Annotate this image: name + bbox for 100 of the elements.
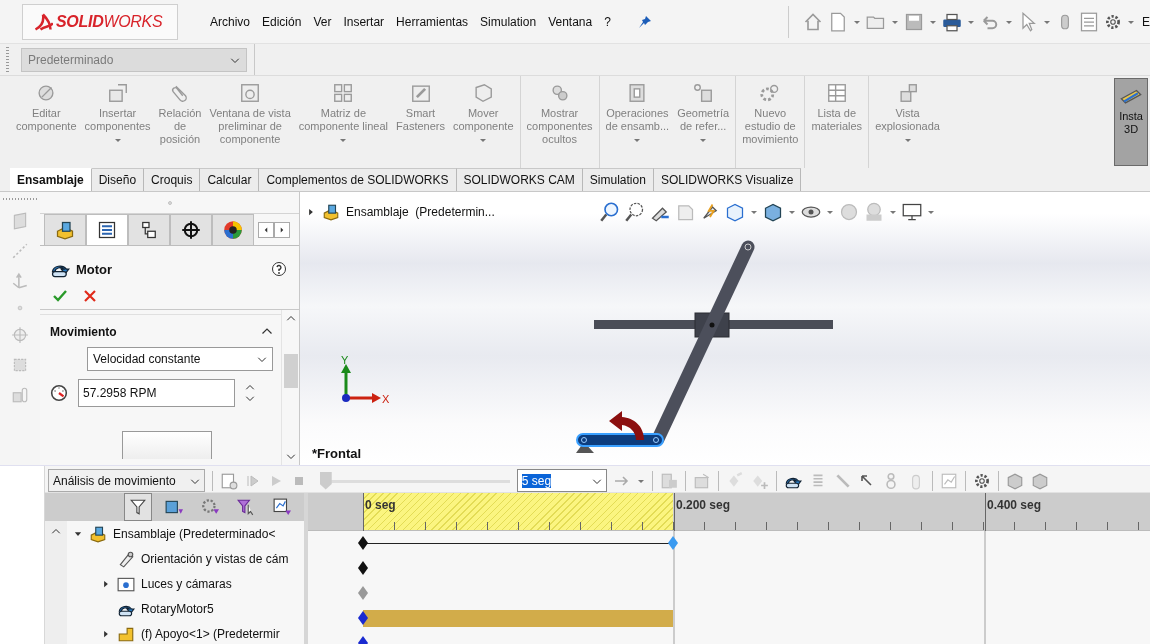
ok-icon[interactable] [52,288,68,304]
command-icon [332,82,355,104]
filter-button[interactable] [124,493,152,521]
part-clip-icon[interactable] [11,386,29,404]
command-tab[interactable]: Complementos de SOLIDWORKS [259,168,457,191]
menu-item[interactable]: Ventana [542,11,599,32]
pin-icon[interactable] [636,13,653,30]
command-tab[interactable]: SOLIDWORKS CAM [456,168,583,191]
scroll-right-button[interactable] [274,221,290,238]
target-icon [181,220,201,240]
command-tab[interactable]: Simulation [582,168,654,191]
panel-title: Motor [76,261,113,277]
motion-type-dropdown[interactable]: Velocidad constante [87,347,273,371]
menu-item[interactable]: Ver [307,11,338,32]
driving-filter-icon [201,498,219,516]
panel-tab[interactable] [86,214,128,245]
axis-label: Y [341,354,349,366]
time-label: 0 seg [364,498,396,512]
command-icon [239,82,262,104]
assembly-icon [89,524,107,543]
selected-filter-icon [237,498,255,516]
config-icon [139,220,159,240]
help-icon[interactable] [271,261,287,277]
menu-item[interactable]: Edición [256,11,308,32]
speed-field[interactable]: 57.2958 RPM [78,379,235,407]
dynamic-annotation-icon[interactable] [700,202,720,222]
command-icon [409,82,432,104]
panel-tab[interactable] [212,214,254,245]
rotation-arrow-icon [609,411,644,440]
spin-down-icon[interactable] [245,393,255,403]
section-title[interactable]: Movimiento [50,325,117,339]
results-filter-icon [273,498,291,516]
cube-icon[interactable] [1030,471,1049,490]
scrollbar-thumb[interactable] [283,354,298,388]
filter-filter-icon [129,498,147,516]
view-orientation-icon[interactable] [725,202,745,222]
command-tab[interactable]: SOLIDWORKS Visualize [653,168,802,191]
study-type-dropdown[interactable]: Análisis de movimiento [48,469,205,492]
settings-icon[interactable] [1104,12,1122,31]
tree-item[interactable]: RotaryMotor5 [141,601,214,616]
command-icon [472,82,495,104]
animated-filter-icon [165,498,183,516]
cube-icon[interactable] [1005,471,1024,490]
tree-item[interactable]: Orientación y vistas de cám [141,551,289,566]
menu-item[interactable]: Insertar [337,11,391,32]
toolbar-label[interactable]: E [1142,14,1150,29]
zoom-to-fit-icon[interactable] [600,202,620,222]
logo-text: SOLIDWORKS [56,12,163,31]
menu-item[interactable]: ? [598,11,617,32]
scroll-left-button[interactable] [258,221,274,238]
view-name: *Frontal [312,446,362,461]
options-list-icon[interactable] [1079,11,1099,32]
save-icon[interactable] [904,11,924,32]
grip-icon[interactable] [165,198,174,207]
panel-tab[interactable] [128,214,170,245]
command-icon [825,82,848,104]
slider-thumb[interactable] [319,471,332,490]
command-tab[interactable]: Ensamblaje [10,168,92,191]
caret-icon[interactable] [826,208,834,216]
appearance-icon [223,220,243,240]
close-icon[interactable] [82,288,98,304]
axis-label: X [382,393,390,405]
keyframe[interactable] [358,611,368,625]
menu-item[interactable]: Simulation [474,11,543,32]
menu-item[interactable]: Herramientas [390,11,475,32]
logo-mark-icon [33,11,53,32]
command-tab[interactable]: Croquis [144,168,201,191]
caret-icon[interactable] [750,208,758,216]
print-icon[interactable] [942,11,962,32]
scroll-down-icon[interactable] [285,451,296,461]
tree-item[interactable]: Ensamblaje (Predeterminado< [113,526,276,541]
playback-slider[interactable] [319,470,510,491]
caret-icon[interactable] [927,208,935,216]
tree-item[interactable]: (f) Apoyo<1> (Predetermir [141,626,280,641]
command-tab[interactable]: Calcular [200,168,260,191]
play-from-start-icon[interactable] [244,472,261,489]
command-icon [692,82,715,104]
properties-icon [97,220,117,240]
home-icon[interactable] [803,11,823,32]
keyframe[interactable] [358,536,368,550]
settings-icon[interactable] [972,471,991,490]
display-style-icon[interactable] [763,202,783,222]
gauge-icon [50,384,68,402]
caret-icon[interactable] [788,208,796,216]
axis-triad-drawing [341,364,381,403]
time-label: 0.200 seg [675,498,731,512]
command-icon [106,82,129,104]
playback-speed-field[interactable]: 5 seg [516,469,607,492]
breadcrumb[interactable]: Ensamblaje (Predetermin... [346,205,495,219]
tree-item[interactable]: Luces y cámaras [141,576,232,591]
assembly-icon [322,203,340,221]
keyframe[interactable] [358,561,368,575]
new-document-icon[interactable] [828,11,848,32]
view-settings-icon[interactable] [902,202,922,222]
menu-item[interactable]: Archivo [204,11,256,32]
command-tab[interactable]: Diseño [91,168,145,191]
zoom-area-icon[interactable] [625,202,645,222]
panel-tab[interactable] [170,214,212,245]
caret-icon[interactable] [889,208,897,216]
calculate-icon[interactable] [219,471,238,490]
